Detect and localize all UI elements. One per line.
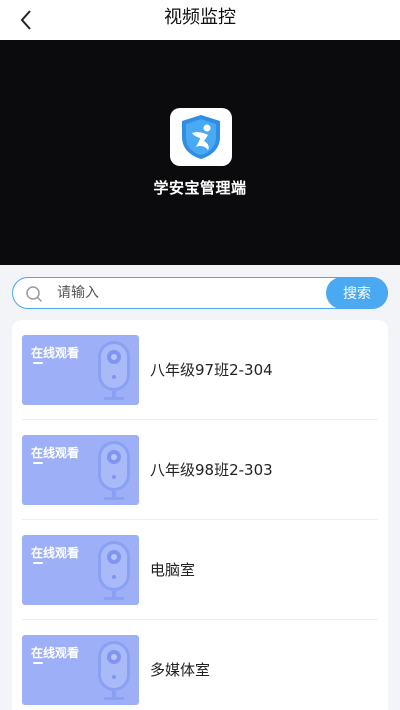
camera-icon — [98, 641, 130, 700]
room-name: 八年级98班2-303 — [150, 461, 273, 479]
room-list: 在线观看 八年级97班2-304 在线观看 八年级98班2-303 在线观看 电… — [12, 320, 388, 710]
list-item[interactable]: 在线观看 电脑室 — [12, 520, 388, 620]
room-name: 电脑室 — [150, 561, 196, 579]
badge-underline — [33, 462, 43, 464]
online-watch-badge: 在线观看 — [31, 646, 80, 660]
online-watch-badge: 在线观看 — [31, 546, 80, 560]
room-name: 多媒体室 — [150, 661, 211, 679]
online-watch-badge: 在线观看 — [31, 446, 80, 460]
page-title: 视频监控 — [164, 7, 236, 28]
room-name: 八年级97班2-304 — [150, 361, 273, 379]
list-item[interactable]: 在线观看 八年级97班2-304 — [12, 320, 388, 420]
camera-icon — [98, 441, 130, 500]
camera-thumbnail: 在线观看 — [22, 635, 139, 705]
camera-icon — [98, 341, 130, 400]
online-watch-badge: 在线观看 — [31, 346, 80, 360]
badge-underline — [33, 362, 43, 364]
badge-underline — [33, 562, 43, 564]
search-button[interactable]: 搜索 — [326, 277, 388, 309]
search-input[interactable] — [57, 281, 317, 305]
search-icon — [26, 286, 42, 302]
list-item[interactable]: 在线观看 八年级98班2-303 — [12, 420, 388, 520]
camera-thumbnail: 在线观看 — [22, 435, 139, 505]
list-item[interactable]: 在线观看 多媒体室 — [12, 620, 388, 710]
top-nav-bar: 视频监控 — [0, 0, 400, 40]
badge-underline — [33, 662, 43, 664]
video-player[interactable]: 学安宝管理端 — [0, 40, 400, 265]
search-bar: 搜索 — [12, 277, 388, 309]
camera-icon — [98, 541, 130, 600]
app-name: 学安宝管理端 — [153, 179, 247, 197]
camera-thumbnail: 在线观看 — [22, 335, 139, 405]
shield-logo-icon — [182, 115, 220, 159]
app-logo — [170, 108, 232, 166]
camera-thumbnail: 在线观看 — [22, 535, 139, 605]
